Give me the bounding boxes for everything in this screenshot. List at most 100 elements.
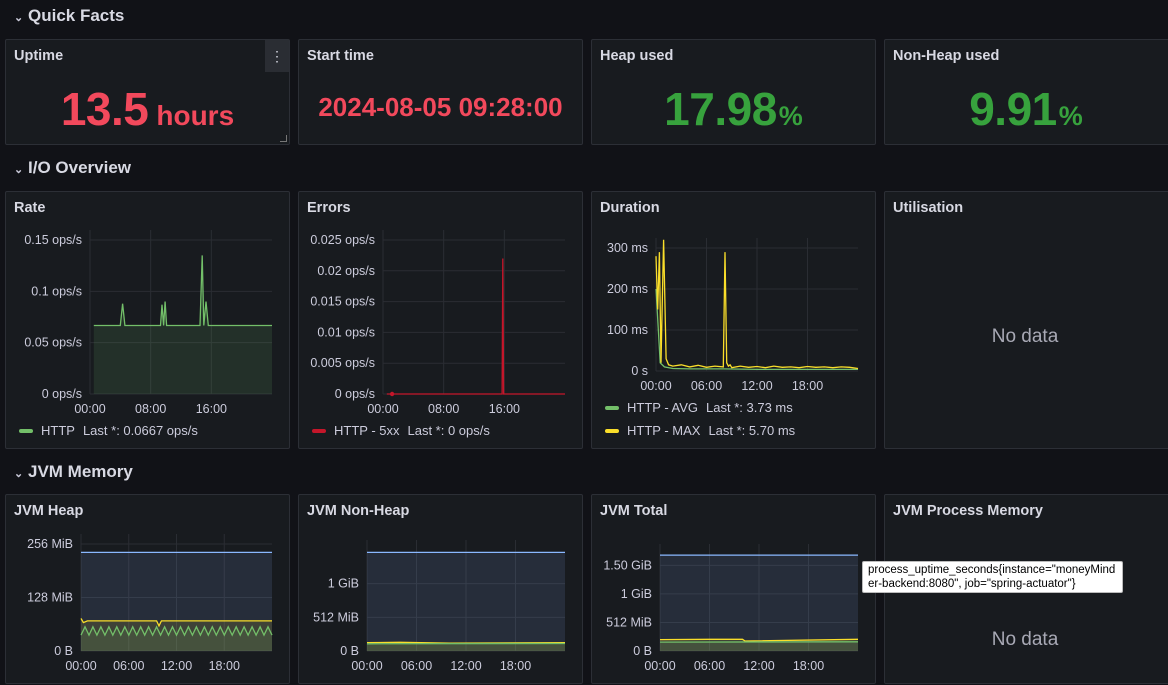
panel-heap-used[interactable]: Heap used 17.98 % bbox=[591, 39, 876, 145]
x-tick-label: 06:00 bbox=[691, 379, 722, 393]
x-tick-label: 12:00 bbox=[743, 659, 774, 673]
panel-start-time[interactable]: Start time 2024-08-05 09:28:00 bbox=[298, 39, 583, 145]
stat-value: 13.5 hours bbox=[6, 82, 289, 136]
x-tick-label: 00:00 bbox=[351, 659, 382, 673]
y-tick-label: 0.05 ops/s bbox=[24, 336, 82, 350]
stat-value: 9.91 % bbox=[885, 82, 1167, 136]
panel-duration[interactable]: Duration 0 s100 ms200 ms300 ms00:0006:00… bbox=[591, 191, 876, 449]
jvm-heap-chart[interactable]: 0 B 128 MiB 256 MiB 00:00 06:00 12:00 18:00 bbox=[6, 495, 291, 685]
row-title: JVM Memory bbox=[28, 462, 133, 482]
legend-name: HTTP - MAX bbox=[627, 423, 700, 438]
legend-name: HTTP - AVG bbox=[627, 400, 698, 415]
panel-jvm-total[interactable]: JVM Total 0 B512 MiB1 GiB1.50 GiB00:0006… bbox=[591, 494, 876, 684]
y-tick-label: 0.02 ops/s bbox=[317, 264, 375, 278]
y-tick-label: 0.01 ops/s bbox=[317, 325, 375, 339]
resize-handle-icon[interactable] bbox=[280, 135, 287, 142]
legend-swatch bbox=[19, 429, 33, 433]
y-tick-label: 128 MiB bbox=[27, 591, 73, 605]
series-area-used bbox=[660, 642, 858, 651]
y-tick-label: 0 s bbox=[631, 364, 648, 378]
x-tick-label: 00:00 bbox=[65, 659, 96, 673]
chevron-down-icon: ⌄ bbox=[14, 11, 22, 24]
x-tick-label: 00:00 bbox=[74, 402, 105, 416]
x-tick-label: 12:00 bbox=[161, 659, 192, 673]
legend-item[interactable]: HTTP - MAX Last *: 5.70 ms bbox=[605, 423, 795, 438]
kebab-menu-icon[interactable]: ⋮ bbox=[265, 40, 289, 72]
y-tick-label: 0 B bbox=[633, 644, 652, 658]
y-tick-label: 0 ops/s bbox=[335, 387, 375, 401]
series-area-max bbox=[367, 552, 565, 651]
legend-swatch bbox=[605, 429, 619, 433]
y-tick-label: 100 ms bbox=[607, 323, 648, 337]
legend-swatch bbox=[605, 406, 619, 410]
stat-value: 2024-08-05 09:28:00 bbox=[299, 92, 582, 123]
legend-item[interactable]: HTTP Last *: 0.0667 ops/s bbox=[19, 423, 198, 438]
y-tick-label: 1 GiB bbox=[328, 577, 359, 591]
y-tick-label: 512 MiB bbox=[606, 615, 652, 629]
row-header-jvm-memory[interactable]: ⌄ JVM Memory bbox=[14, 460, 133, 484]
legend-swatch bbox=[312, 429, 326, 433]
x-tick-label: 18:00 bbox=[792, 379, 823, 393]
x-tick-label: 12:00 bbox=[450, 659, 481, 673]
row-title: I/O Overview bbox=[28, 158, 131, 178]
stat-value: 17.98 % bbox=[592, 82, 875, 136]
y-tick-label: 0 ops/s bbox=[42, 387, 82, 401]
panel-utilisation[interactable]: Utilisation No data bbox=[884, 191, 1168, 449]
legend-name: HTTP bbox=[41, 423, 75, 438]
y-tick-label: 512 MiB bbox=[313, 610, 359, 624]
row-header-io-overview[interactable]: ⌄ I/O Overview bbox=[14, 156, 131, 180]
x-tick-label: 00:00 bbox=[367, 402, 398, 416]
panel-title: Heap used bbox=[600, 48, 673, 64]
chevron-down-icon: ⌄ bbox=[14, 467, 22, 480]
y-tick-label: 256 MiB bbox=[27, 537, 73, 551]
x-tick-label: 18:00 bbox=[793, 659, 824, 673]
stat-number: 17.98 bbox=[664, 82, 777, 136]
panel-uptime[interactable]: Uptime ⋮ 13.5 hours bbox=[5, 39, 290, 145]
panel-title: Start time bbox=[307, 48, 374, 64]
no-data-message: No data bbox=[885, 326, 1165, 348]
x-tick-label: 16:00 bbox=[196, 402, 227, 416]
x-tick-label: 12:00 bbox=[741, 379, 772, 393]
x-tick-label: 08:00 bbox=[135, 402, 166, 416]
series-area-max bbox=[660, 555, 858, 651]
series-area-used bbox=[367, 644, 565, 652]
jvm-total-chart[interactable]: 0 B512 MiB1 GiB1.50 GiB00:0006:0012:0018… bbox=[592, 495, 877, 685]
rate-chart[interactable]: 0 ops/s0.05 ops/s0.1 ops/s0.15 ops/s00:0… bbox=[6, 192, 291, 450]
panel-non-heap-used[interactable]: Non-Heap used 9.91 % bbox=[884, 39, 1168, 145]
y-tick-label: 0.1 ops/s bbox=[31, 284, 82, 298]
panel-title: Non-Heap used bbox=[893, 48, 999, 64]
y-tick-label: 1.50 GiB bbox=[603, 558, 652, 572]
row-title: Quick Facts bbox=[28, 6, 124, 26]
y-tick-label: 0.025 ops/s bbox=[310, 233, 375, 247]
y-tick-label: 200 ms bbox=[607, 282, 648, 296]
y-tick-label: 0 B bbox=[340, 644, 359, 658]
chevron-down-icon: ⌄ bbox=[14, 163, 22, 176]
panel-jvm-heap[interactable]: JVM Heap 0 B128 MiB256 MiB00:0006:0012:0… bbox=[5, 494, 290, 684]
y-tick-label: 0 B bbox=[54, 644, 73, 658]
stat-unit: % bbox=[779, 101, 803, 132]
y-tick-label: 300 ms bbox=[607, 241, 648, 255]
errors-chart[interactable]: 0 ops/s0.005 ops/s0.01 ops/s0.015 ops/s0… bbox=[299, 192, 584, 450]
panel-title: JVM Process Memory bbox=[893, 503, 1043, 519]
y-tick-label: 1 GiB bbox=[621, 587, 652, 601]
panel-rate[interactable]: Rate 0 ops/s0.05 ops/s0.1 ops/s0.15 ops/… bbox=[5, 191, 290, 449]
stat-unit: hours bbox=[156, 100, 234, 132]
x-tick-label: 16:00 bbox=[489, 402, 520, 416]
legend-last: Last *: 3.73 ms bbox=[706, 400, 793, 415]
legend-name: HTTP - 5xx bbox=[334, 423, 400, 438]
series-tooltip: process_uptime_seconds{instance="moneyMi… bbox=[862, 561, 1123, 593]
x-tick-label: 00:00 bbox=[640, 379, 671, 393]
legend-last: Last *: 0.0667 ops/s bbox=[83, 423, 198, 438]
stat-number: 2024-08-05 09:28:00 bbox=[318, 92, 562, 123]
x-tick-label: 08:00 bbox=[428, 402, 459, 416]
y-tick-label: 0.005 ops/s bbox=[310, 356, 375, 370]
x-tick-label: 18:00 bbox=[209, 659, 240, 673]
x-tick-label: 06:00 bbox=[113, 659, 144, 673]
jvm-non-heap-chart[interactable]: 0 B512 MiB1 GiB00:0006:0012:0018:00 bbox=[299, 495, 584, 685]
panel-jvm-non-heap[interactable]: JVM Non-Heap 0 B512 MiB1 GiB00:0006:0012… bbox=[298, 494, 583, 684]
panel-errors[interactable]: Errors 0 ops/s0.005 ops/s0.01 ops/s0.015… bbox=[298, 191, 583, 449]
row-header-quick-facts[interactable]: ⌄ Quick Facts bbox=[14, 4, 124, 28]
legend-item[interactable]: HTTP - AVG Last *: 3.73 ms bbox=[605, 400, 793, 415]
x-tick-label: 00:00 bbox=[644, 659, 675, 673]
legend-item[interactable]: HTTP - 5xx Last *: 0 ops/s bbox=[312, 423, 490, 438]
